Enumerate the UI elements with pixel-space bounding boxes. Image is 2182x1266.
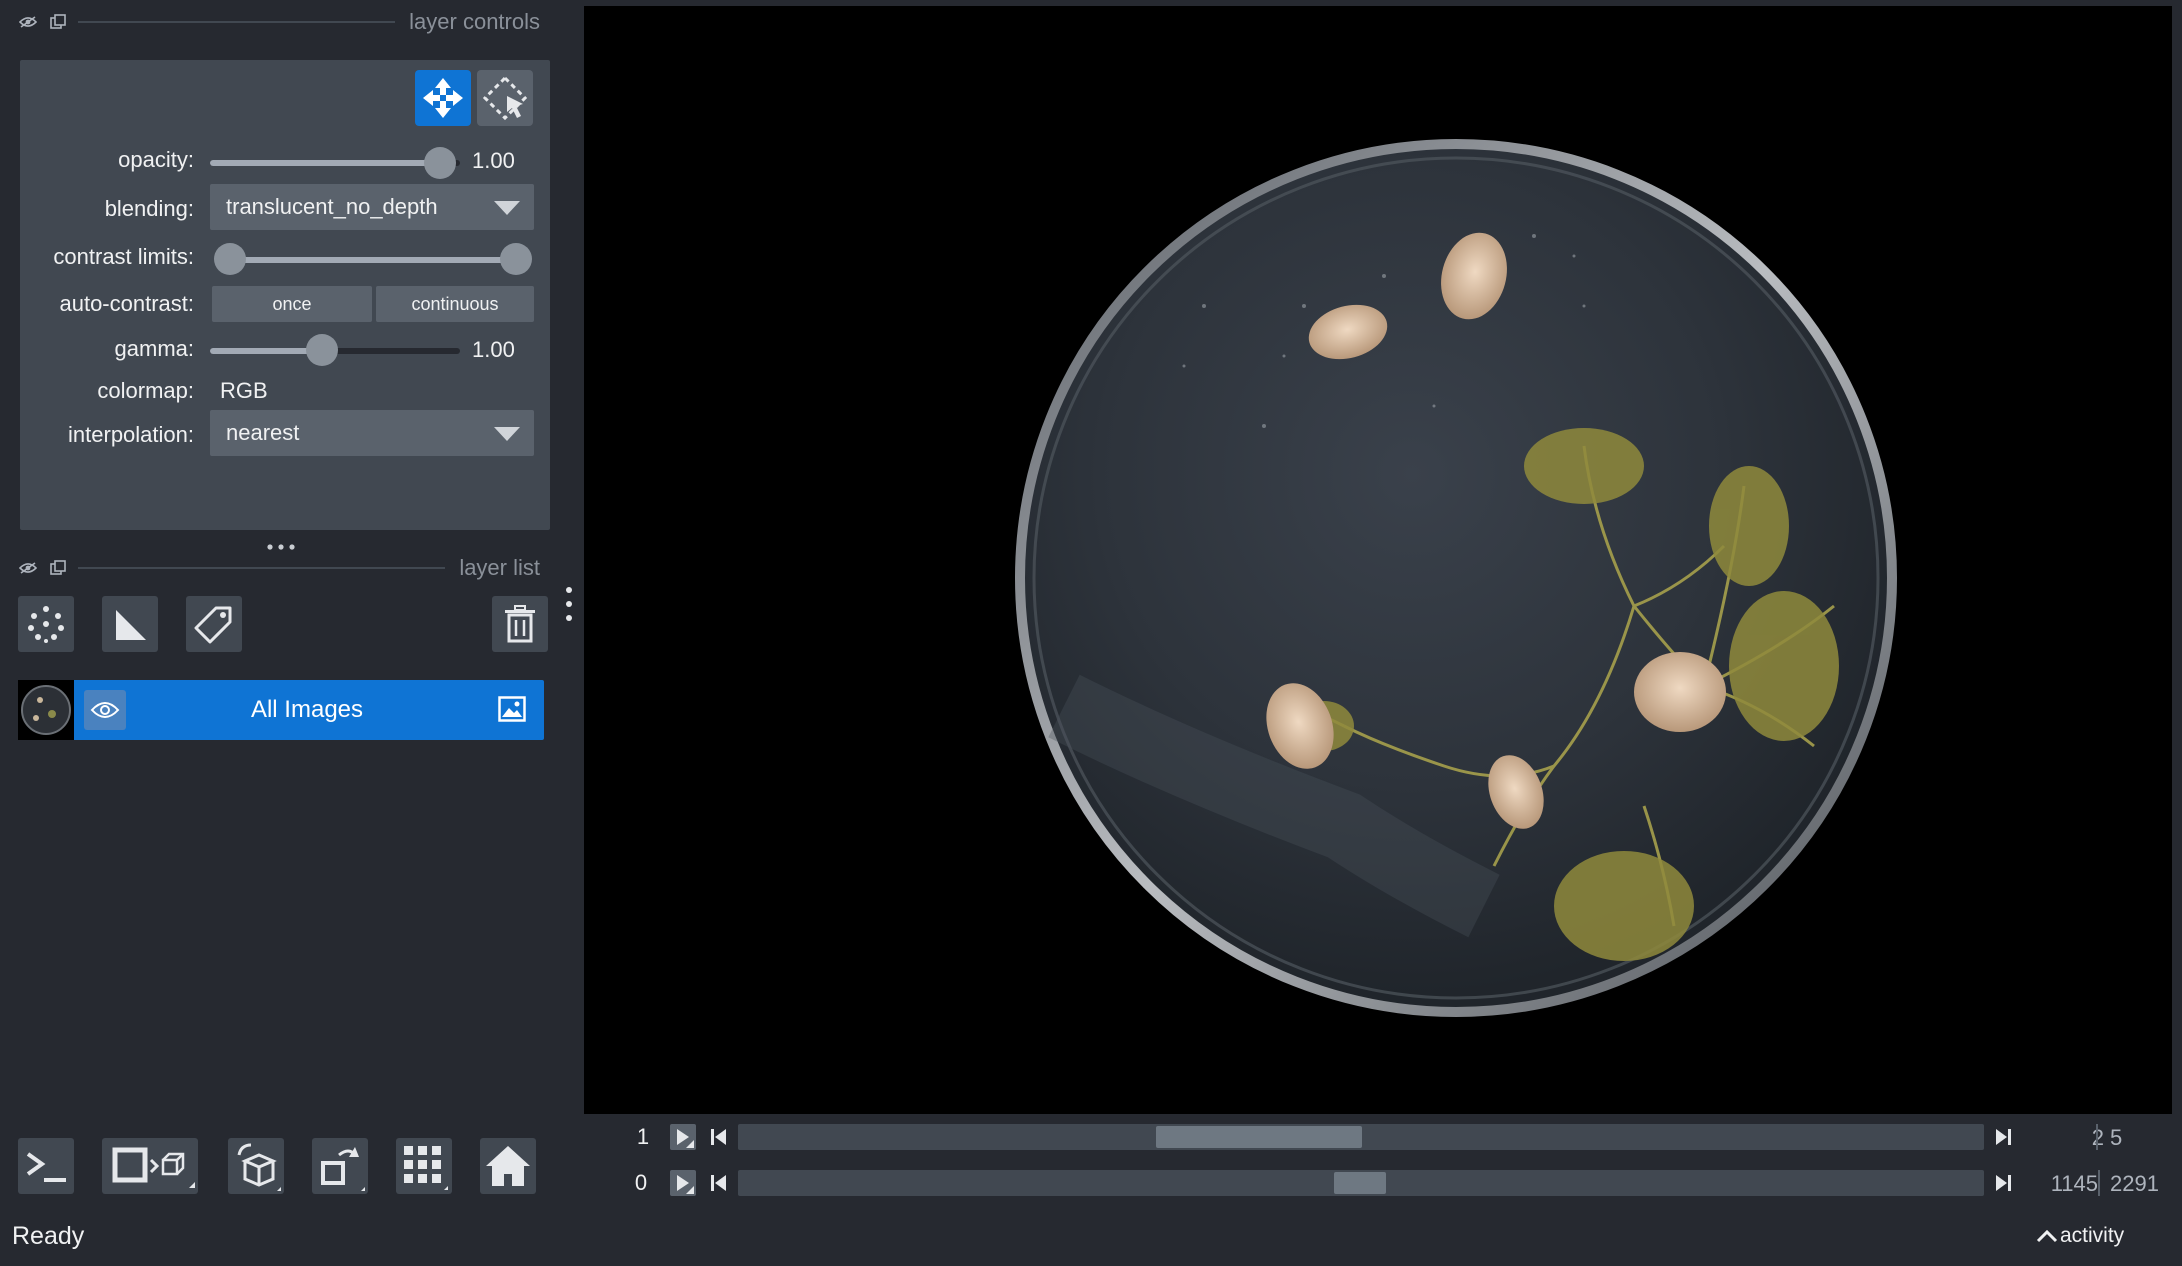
points-icon — [28, 606, 64, 643]
header-divider — [78, 21, 396, 23]
auto-contrast-continuous-button[interactable]: continuous — [376, 286, 534, 322]
eye-icon — [90, 702, 120, 718]
hide-eye-icon[interactable] — [18, 12, 38, 32]
contrast-limits-low-knob[interactable] — [214, 243, 246, 275]
panel-splitter-handle[interactable] — [266, 538, 298, 550]
new-labels-layer-button[interactable] — [186, 596, 242, 652]
dim-slider-1[interactable] — [738, 1124, 1984, 1150]
layer-visibility-toggle[interactable] — [84, 690, 126, 730]
dim-play-button-0[interactable] — [670, 1170, 696, 1196]
dim-max-value-0: 2291 — [2110, 1171, 2159, 1196]
contrast-limits-high-knob[interactable] — [500, 243, 532, 275]
opacity-slider-knob[interactable] — [424, 147, 456, 179]
transpose-icon — [321, 1147, 365, 1191]
transpose-dimensions-button[interactable] — [312, 1138, 368, 1194]
activity-toggle[interactable]: activity — [2034, 1224, 2124, 1248]
auto-contrast-label: auto-contrast: — [59, 291, 194, 316]
step-back-icon[interactable] — [706, 1170, 732, 1196]
dim-max-value-1: 5 — [2110, 1125, 2123, 1150]
activity-label: activity — [2060, 1224, 2125, 1247]
viewer-canvas[interactable] — [584, 6, 2172, 1114]
trash-icon — [505, 605, 535, 643]
blending-value: translucent_no_depth — [226, 194, 438, 219]
2d-3d-toggle-icon — [112, 1147, 195, 1188]
play-icon — [677, 1175, 694, 1194]
petri-dish-image — [1015, 139, 1897, 1017]
layer-controls-panel: opacity: 1.00 blending: translucent_no_d… — [20, 60, 550, 530]
dim-axis-label-0[interactable]: 0 — [626, 1170, 656, 1196]
interpolation-dropdown[interactable]: nearest — [210, 410, 534, 456]
vertical-splitter-handle[interactable] — [565, 586, 573, 622]
dim-axis-label-1[interactable]: 1 — [628, 1124, 658, 1150]
colormap-label: colormap: — [97, 378, 194, 403]
dim-separator — [2096, 1124, 2098, 1150]
dim-separator — [2098, 1170, 2100, 1196]
hide-eye-icon[interactable] — [18, 558, 38, 578]
layer-list-title: layer list — [459, 555, 540, 580]
gamma-slider-knob[interactable] — [306, 334, 338, 366]
dim-play-button-1[interactable] — [670, 1124, 696, 1150]
blending-label: blending: — [104, 196, 194, 221]
shapes-triangle-icon — [116, 610, 146, 640]
chevron-up-icon — [2036, 1229, 2058, 1243]
layer-item-all-images[interactable]: All Images — [18, 680, 544, 740]
play-icon — [677, 1129, 694, 1148]
home-icon — [486, 1146, 530, 1186]
float-panel-icon[interactable] — [48, 558, 68, 578]
console-button[interactable] — [18, 1138, 74, 1194]
label-tag-icon — [194, 606, 232, 644]
step-back-icon[interactable] — [706, 1124, 732, 1150]
gamma-label: gamma: — [114, 336, 194, 361]
grid-view-button[interactable] — [396, 1138, 452, 1194]
grid-icon — [404, 1146, 448, 1190]
opacity-value[interactable]: 1.00 — [472, 148, 515, 174]
auto-contrast-once-button[interactable]: once — [212, 286, 372, 322]
colormap-value: RGB — [220, 378, 268, 403]
layer-name[interactable]: All Images — [130, 680, 484, 740]
roll-dimensions-button[interactable] — [228, 1138, 284, 1194]
new-shapes-layer-button[interactable] — [102, 596, 158, 652]
toggle-ndisplay-button[interactable] — [102, 1138, 198, 1194]
header-divider — [78, 567, 446, 569]
dim-current-value-1[interactable]: 2 — [2030, 1125, 2104, 1151]
opacity-slider-fill — [210, 160, 446, 166]
new-points-layer-button[interactable] — [18, 596, 74, 652]
status-text: Ready — [12, 1222, 85, 1250]
select-transform-icon — [482, 75, 528, 121]
step-forward-icon[interactable] — [1990, 1170, 2016, 1196]
transform-mode-button[interactable] — [477, 70, 533, 126]
chevron-down-icon — [494, 201, 520, 215]
contrast-limits-fill — [230, 257, 516, 263]
layer-thumbnail — [18, 680, 74, 740]
move-arrows-icon — [423, 78, 463, 118]
image-icon — [498, 696, 526, 727]
chevron-down-icon — [494, 427, 520, 441]
contrast-limits-label: contrast limits: — [53, 244, 194, 269]
layer-list-header: layer list — [18, 555, 540, 580]
gamma-value[interactable]: 1.00 — [472, 337, 515, 363]
blending-dropdown[interactable]: translucent_no_depth — [210, 184, 534, 230]
dim-slider-thumb-1[interactable] — [1156, 1126, 1362, 1148]
dim-slider-0[interactable] — [738, 1170, 1984, 1196]
dim-current-value-0[interactable]: 1145 — [2026, 1171, 2098, 1197]
delete-layer-button[interactable] — [492, 596, 548, 652]
interpolation-value: nearest — [226, 420, 300, 445]
opacity-label: opacity: — [118, 147, 194, 172]
reset-view-button[interactable] — [480, 1138, 536, 1194]
dim-slider-thumb-0[interactable] — [1334, 1172, 1386, 1194]
interpolation-label: interpolation: — [68, 422, 194, 447]
float-panel-icon[interactable] — [48, 12, 68, 32]
pan-zoom-mode-button[interactable] — [415, 70, 471, 126]
layer-controls-title: layer controls — [409, 9, 540, 34]
terminal-icon — [26, 1152, 66, 1182]
layer-controls-header: layer controls — [18, 9, 540, 34]
step-forward-icon[interactable] — [1990, 1124, 2016, 1150]
roll-cube-icon — [237, 1143, 281, 1191]
